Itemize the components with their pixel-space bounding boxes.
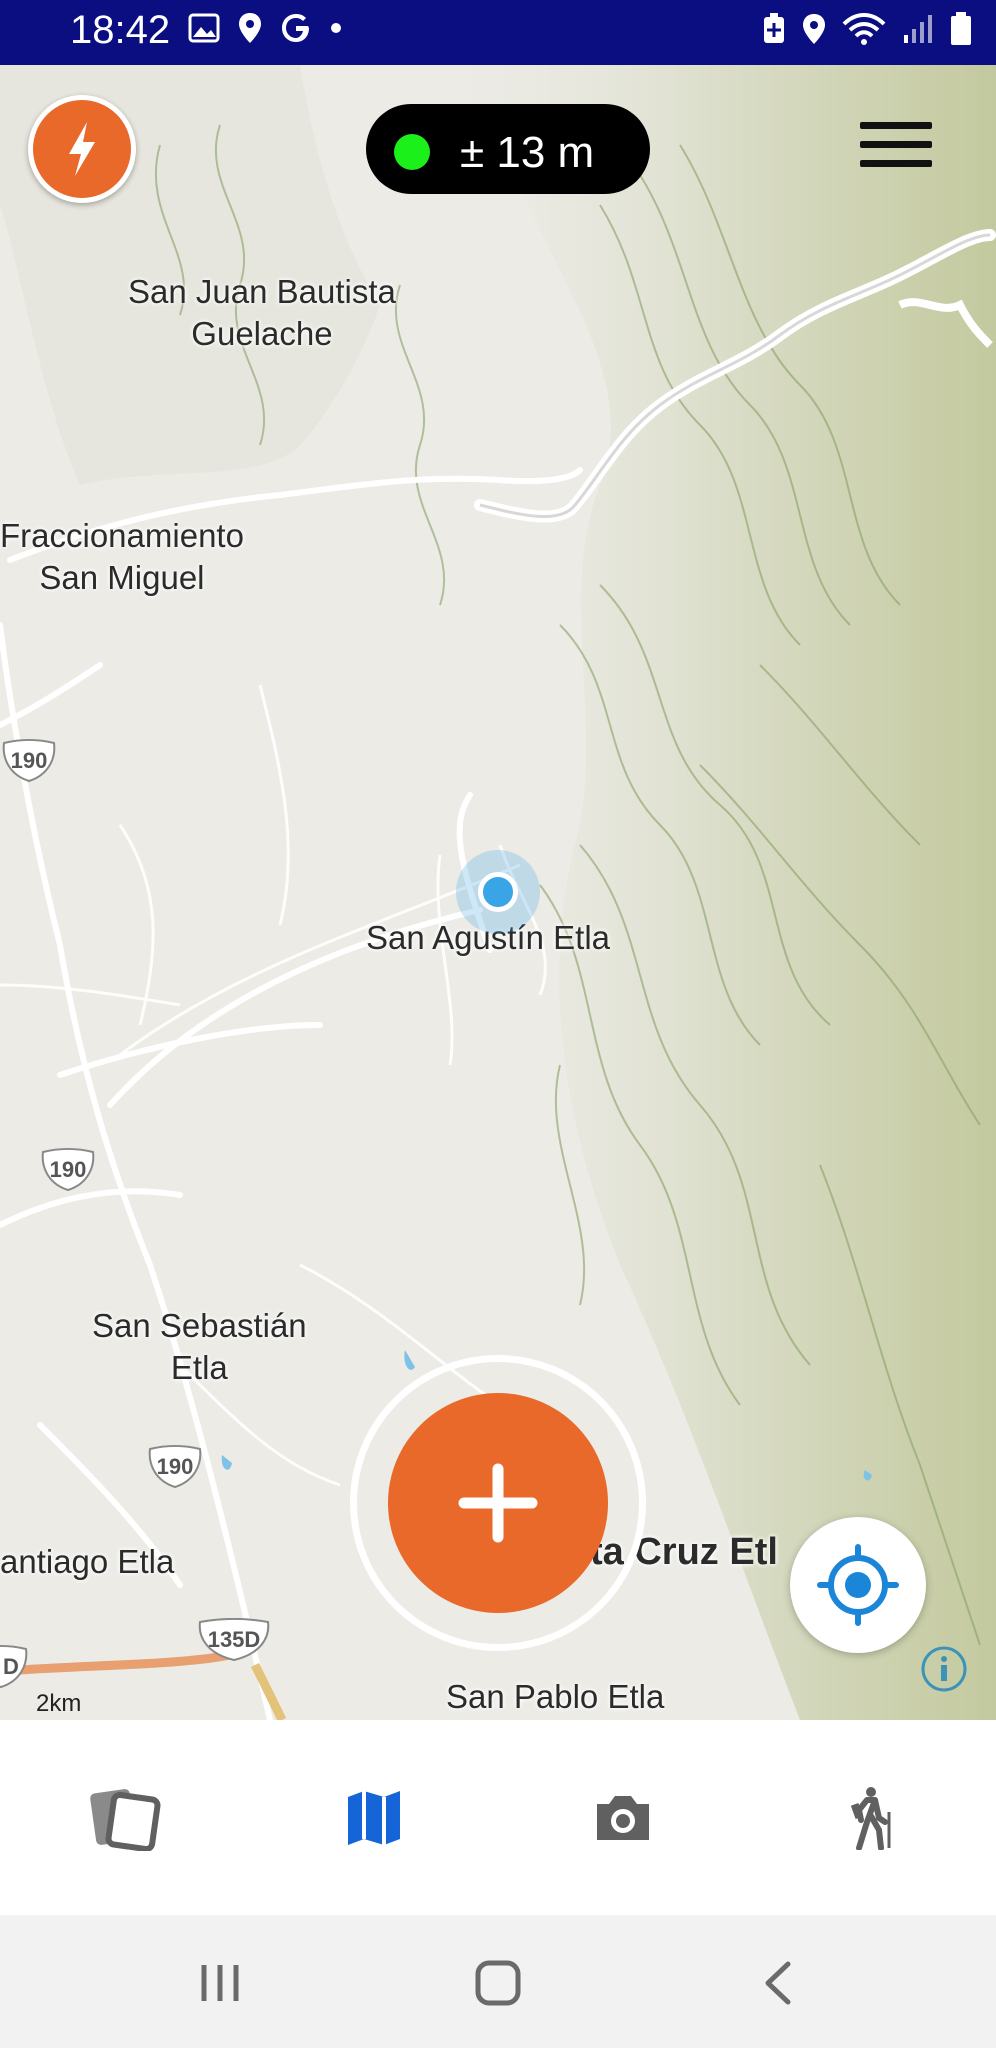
gps-status-dot — [394, 134, 430, 170]
battery-icon — [951, 12, 971, 45]
bottom-tab-bar — [0, 1720, 996, 1915]
place-label: Fraccionamiento San Miguel — [0, 517, 244, 596]
status-bar: 18:42 — [0, 0, 996, 65]
cards-icon — [89, 1788, 160, 1851]
location-pin-icon — [803, 14, 825, 44]
crosshair-icon — [817, 1544, 899, 1626]
recent-apps-button[interactable] — [190, 1953, 250, 2013]
dot-icon — [331, 23, 341, 33]
camera-icon — [596, 1795, 649, 1840]
menu-button[interactable] — [860, 122, 932, 174]
plus-icon — [458, 1463, 538, 1543]
info-icon — [921, 1646, 967, 1692]
location-pin-icon — [239, 13, 261, 43]
battery-saver-icon — [764, 13, 784, 43]
place-label: antiago Etla — [0, 1543, 175, 1580]
map-info-button[interactable] — [920, 1645, 968, 1693]
tab-camera[interactable] — [498, 1720, 747, 1915]
gps-accuracy-indicator[interactable]: ± 13 m — [366, 104, 650, 194]
place-label: San Juan Bautista Guelache — [128, 273, 396, 352]
tab-map[interactable] — [249, 1720, 498, 1915]
system-navigation-bar — [0, 1915, 996, 2048]
road-shield: D — [0, 1645, 30, 1689]
signal-icon — [904, 15, 932, 43]
current-location-marker — [456, 850, 540, 934]
hiker-icon — [850, 1786, 890, 1850]
map-icon — [347, 1790, 400, 1845]
google-g-icon — [282, 14, 309, 42]
place-label: San Pablo Etla — [446, 1678, 665, 1715]
gps-accuracy-text: ± 13 m — [460, 128, 595, 177]
tab-cards[interactable] — [0, 1720, 249, 1915]
wifi-icon — [842, 13, 886, 45]
image-icon — [188, 13, 220, 43]
home-icon — [475, 1960, 521, 2006]
tab-hike[interactable] — [747, 1720, 996, 1915]
hamburger-menu-icon — [860, 122, 932, 129]
locate-me-button[interactable] — [790, 1517, 926, 1653]
lightning-icon — [69, 122, 95, 176]
home-button[interactable] — [468, 1953, 528, 2013]
add-button[interactable] — [388, 1393, 608, 1613]
road-shield: 135D — [196, 1618, 272, 1662]
status-time: 18:42 — [70, 8, 171, 52]
back-icon — [765, 1961, 791, 2005]
recent-apps-icon — [201, 1965, 239, 2001]
map-scale: 2km 1mi — [20, 1690, 340, 1720]
road-shield: 190 — [0, 739, 58, 783]
back-button[interactable] — [748, 1953, 808, 2013]
scale-km-label: 2km — [36, 1690, 82, 1717]
place-label: San Sebastián Etla — [92, 1307, 307, 1386]
lightning-button[interactable] — [28, 95, 136, 203]
road-shield: 190 — [39, 1148, 97, 1192]
road-shield: 190 — [146, 1445, 204, 1489]
